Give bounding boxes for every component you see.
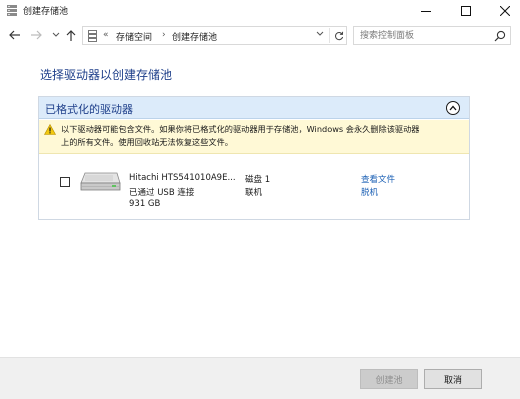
forward-button[interactable] <box>28 24 44 46</box>
warning-banner: 以下驱动器可能包含文件。如果你将已格式化的驱动器用于存储池，Windows 会永… <box>39 120 469 154</box>
navigation-bar: « 存储空间 › 创建存储池 <box>0 24 520 46</box>
refresh-icon <box>334 31 343 40</box>
cancel-button[interactable]: 取消 <box>424 369 482 389</box>
address-dropdown-button[interactable] <box>316 30 324 39</box>
address-bar[interactable]: « 存储空间 › 创建存储池 <box>82 26 347 45</box>
window-title: 创建存储池 <box>23 7 69 17</box>
warning-text: 以下驱动器可能包含文件。如果你将已格式化的驱动器用于存储池，Windows 会永… <box>61 123 463 149</box>
drive-connection: 已通过 USB 连接 <box>129 188 195 198</box>
page-title: 选择驱动器以创建存储池 <box>40 68 173 82</box>
breadcrumb-separator[interactable]: › <box>162 30 166 40</box>
warning-line: 以下驱动器可能包含文件。如果你将已格式化的驱动器用于存储池，Windows 会永… <box>61 124 420 134</box>
create-pool-button[interactable]: 创建池 <box>360 369 418 389</box>
warning-line: 上的所有文件。使用回收站无法恢复这些文件。 <box>61 137 233 147</box>
footer-bar: 创建池 取消 <box>0 357 520 399</box>
search-input[interactable] <box>360 29 486 42</box>
list-item: Hitachi HTS541010A9E... 已通过 USB 连接 931 G… <box>39 155 469 219</box>
warning-icon <box>43 123 57 135</box>
back-button[interactable] <box>6 24 22 46</box>
drive-name: Hitachi HTS541010A9E... <box>129 173 236 183</box>
breadcrumb-create-pool[interactable]: 创建存储池 <box>172 30 217 43</box>
maximize-button[interactable] <box>451 0 481 22</box>
disk-status: 联机 <box>245 188 263 198</box>
group-header[interactable]: 已格式化的驱动器 <box>39 97 469 119</box>
formatted-drives-group: 已格式化的驱动器 以下驱动器可能包含文件。如果你将已格式化的驱动器用于存储池，W… <box>38 96 470 220</box>
maximize-icon <box>461 6 471 16</box>
back-arrow-icon <box>8 30 20 40</box>
storage-spaces-icon <box>6 4 18 17</box>
up-arrow-icon <box>66 29 76 41</box>
disk-number: 磁盘 1 <box>245 175 271 185</box>
storage-spaces-icon <box>88 30 97 42</box>
minimize-icon <box>421 11 431 12</box>
recent-locations-button[interactable] <box>48 24 64 46</box>
search-box[interactable] <box>353 26 511 45</box>
close-icon <box>500 6 510 16</box>
take-offline-link[interactable]: 脱机 <box>361 186 378 198</box>
minimize-button[interactable] <box>411 0 441 22</box>
drive-checkbox[interactable] <box>60 177 70 187</box>
title-bar: 创建存储池 <box>0 0 520 22</box>
chevron-up-icon <box>449 105 457 111</box>
drive-size: 931 GB <box>129 199 161 209</box>
breadcrumb-overflow[interactable]: « <box>103 30 109 40</box>
view-files-link[interactable]: 查看文件 <box>361 173 395 185</box>
refresh-button[interactable] <box>329 28 347 43</box>
breadcrumb-storage-spaces[interactable]: 存储空间 <box>116 30 152 43</box>
search-icon[interactable] <box>494 30 506 42</box>
forward-arrow-icon <box>30 30 42 40</box>
up-button[interactable] <box>63 24 79 46</box>
collapse-button[interactable] <box>446 101 460 115</box>
group-title: 已格式化的驱动器 <box>45 103 133 116</box>
chevron-down-icon <box>52 32 60 37</box>
close-button[interactable] <box>490 0 520 22</box>
hard-drive-icon <box>79 169 121 195</box>
chevron-down-icon <box>316 31 324 36</box>
